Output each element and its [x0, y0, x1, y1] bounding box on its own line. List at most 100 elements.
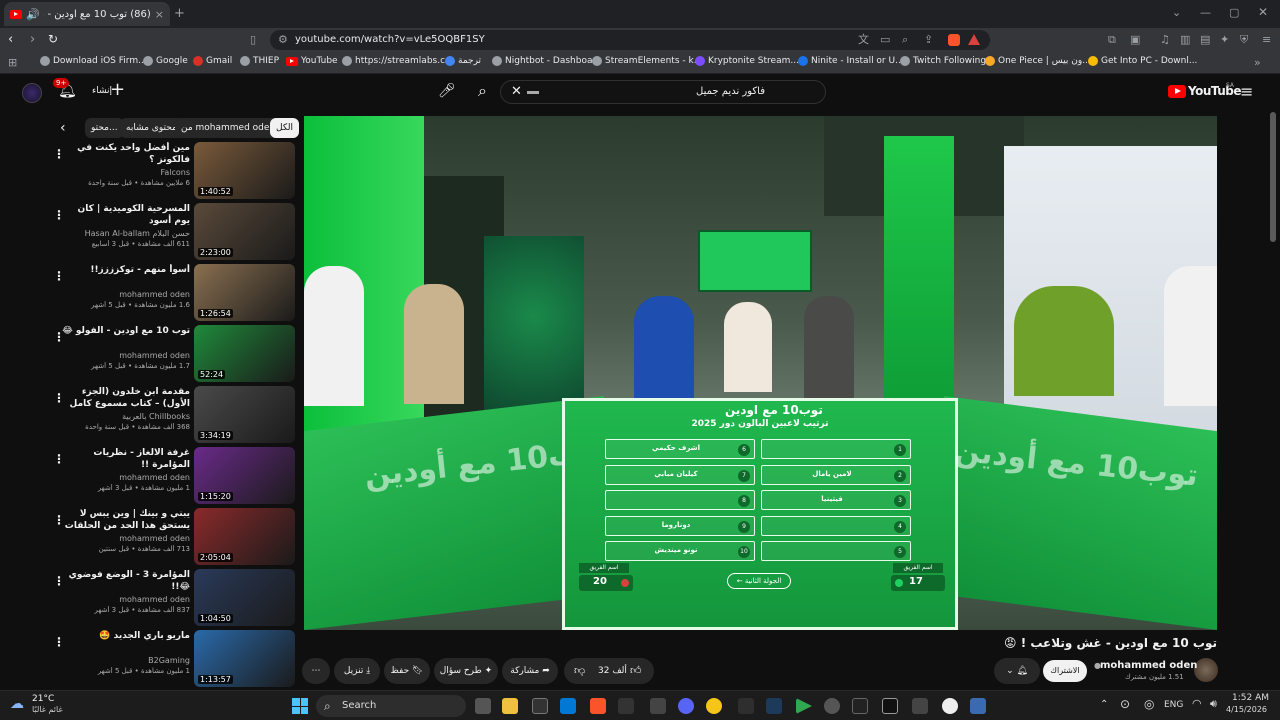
video-thumbnail[interactable]: 1:04:50 — [194, 569, 295, 626]
speaker-icon[interactable]: 🔊 — [26, 8, 40, 21]
bookmark-item[interactable]: Kryptonite Stream... — [695, 56, 799, 66]
keyboard-icon[interactable] — [527, 91, 539, 94]
brave-shields-icon[interactable] — [948, 34, 960, 46]
create-plus-icon[interactable]: + — [110, 79, 125, 100]
cast-icon[interactable]: ▭ — [880, 30, 890, 50]
chip-from-channel[interactable]: من mohammed oden — [175, 118, 282, 138]
bookmark-item[interactable]: THIEP — [240, 56, 279, 66]
video-menu-icon[interactable]: ⋮ — [53, 208, 65, 222]
app-icon[interactable] — [532, 698, 548, 714]
volume-icon[interactable]: 🔊︎ — [1210, 697, 1217, 711]
video-player[interactable]: توب10 مع أودين توب10 مع أودين توب10 مع ا… — [304, 116, 1217, 630]
bookmark-item[interactable]: Nightbot - Dashboa... — [492, 56, 601, 66]
video-channel[interactable]: Falcons — [60, 168, 190, 177]
extensions-icon[interactable]: ⧉ — [1108, 33, 1116, 47]
browser-tab-active[interactable]: 🔊 (86) توب 10 مع اودين - غش وتلا… × — [4, 2, 170, 26]
apps-icon[interactable]: ⊞ — [8, 56, 17, 69]
bookmark-item[interactable]: YouTube — [286, 56, 338, 66]
clock-date[interactable]: 4/15/2026 — [1226, 705, 1267, 714]
video-thumbnail[interactable]: 1:15:20 — [194, 447, 295, 504]
app-icon[interactable] — [618, 698, 634, 714]
close-window-icon[interactable]: ✕ — [1258, 5, 1268, 19]
screenshot-icon[interactable]: ▣ — [1130, 33, 1140, 46]
taskbar-search-input[interactable]: ⌕ Search — [316, 695, 466, 717]
bookmark-item[interactable]: Download iOS Firm... — [40, 56, 147, 66]
video-menu-icon[interactable]: ⋮ — [53, 147, 65, 161]
video-menu-icon[interactable]: ⋮ — [53, 574, 65, 588]
video-channel[interactable]: حسن البلام Hasan Al-ballam — [60, 229, 190, 238]
list-item[interactable]: 1:26:54 أسوأ منهم - توكزززز!! mohammed ode… — [50, 264, 298, 324]
channel-name[interactable]: mohammed oden — [1100, 660, 1197, 671]
share-icon[interactable]: ⇪ — [924, 30, 933, 50]
bookmark-item[interactable]: ترجمة — [445, 56, 481, 66]
app-icon[interactable] — [912, 698, 928, 714]
minimize-icon[interactable]: — — [1200, 6, 1211, 19]
menu-icon[interactable]: ≡ — [1262, 33, 1271, 46]
dislike-icon[interactable]: 👎︎ — [574, 658, 585, 684]
video-thumbnail[interactable]: 1:13:57 — [194, 630, 295, 687]
zoom-icon[interactable]: ⌕ — [902, 30, 908, 50]
list-item[interactable]: 2:05:04 يبني و بينك | وين يبس لا يستحق هذ… — [50, 508, 298, 568]
new-tab-icon[interactable]: + — [174, 6, 185, 21]
url-field[interactable]: ⚙ youtube.com/watch?v=vLe5OQBF1SY 文 ▭ ⌕ … — [270, 30, 990, 50]
download-button[interactable]: تنزيل ⤓ — [334, 658, 380, 684]
avatar[interactable] — [22, 83, 42, 103]
brave-icon[interactable] — [590, 698, 606, 714]
clear-search-icon[interactable]: ✕ — [511, 81, 522, 103]
chips-scroll-left-icon[interactable]: ‹ — [60, 120, 66, 136]
video-menu-icon[interactable]: ⋮ — [53, 330, 65, 344]
video-thumbnail[interactable]: 3:34:19 — [194, 386, 295, 443]
video-channel[interactable]: mohammed oden — [60, 473, 190, 482]
video-thumbnail[interactable]: 1:26:54 — [194, 264, 295, 321]
language-indicator[interactable]: ENG — [1164, 700, 1183, 710]
tray-app-icon[interactable]: ⊙ — [1120, 697, 1130, 711]
bookmark-item[interactable]: One Piece | ون بيس... — [985, 56, 1091, 66]
bookmark-item[interactable]: StreamElements - k... — [592, 56, 702, 66]
list-item[interactable]: 52:24 توب 10 مع اودين - الفولو 😂 mohammed … — [50, 325, 298, 385]
app-icon[interactable] — [650, 698, 666, 714]
list-item[interactable]: 3:34:19 مقدمة ابن خلدون (الجزء الأول) – ك… — [50, 386, 298, 446]
bookmark-item[interactable]: Twitch Following — [900, 56, 986, 66]
tray-overflow-icon[interactable]: ⌃ — [1100, 699, 1108, 710]
list-item[interactable]: 1:40:52 مين أفضل واحد يكنت في فالكونز ؟ Fa… — [50, 142, 298, 202]
app-icon[interactable] — [766, 698, 782, 714]
list-item[interactable]: 1:04:50 المؤامرة 3 - الوضع فوضوي 😂!! moham… — [50, 569, 298, 629]
weather-icon[interactable]: ☁ — [10, 696, 24, 712]
like-icon[interactable]: 👍︎ — [630, 658, 642, 684]
channel-avatar[interactable] — [1194, 658, 1218, 682]
video-menu-icon[interactable]: ⋮ — [53, 513, 65, 527]
chip-similar[interactable]: محتوى مشابه — [120, 118, 183, 138]
more-bookmarks-icon[interactable]: » — [1254, 56, 1261, 69]
translate-icon[interactable]: 文 — [858, 30, 869, 50]
vpn-icon[interactable]: ⛨ — [1240, 33, 1248, 47]
task-view-icon[interactable] — [475, 698, 491, 714]
app-icon[interactable] — [738, 698, 754, 714]
bookmark-item[interactable]: Ninite - Install or U... — [798, 56, 904, 66]
leo-icon[interactable]: ✦ — [1220, 33, 1229, 46]
brave-rewards-icon[interactable] — [968, 34, 980, 45]
media-player-icon[interactable] — [796, 698, 812, 714]
video-thumbnail[interactable]: 1:40:52 — [194, 142, 295, 199]
video-channel[interactable]: mohammed oden — [60, 595, 190, 604]
tray-app-icon[interactable]: ◎ — [1144, 697, 1154, 711]
sidebar-toggle-icon[interactable]: ▥ — [1180, 33, 1190, 46]
ask-button[interactable]: طرح سؤال ✦ — [434, 658, 498, 684]
subscribe-button[interactable]: الاشتراك — [1043, 660, 1087, 682]
reload-icon[interactable]: ↻ — [48, 32, 58, 46]
windows-start-icon[interactable] — [292, 698, 308, 714]
video-channel[interactable]: Chillbooks بالعربية — [60, 412, 190, 421]
video-title[interactable]: يبني و بينك | وين يبس لا يستحق هذا الحد … — [60, 508, 190, 532]
wifi-icon[interactable]: ◠ — [1192, 697, 1202, 710]
video-thumbnail[interactable]: 2:23:00 — [194, 203, 295, 260]
video-title[interactable]: غرفة الالغاز - نظريات المؤامرة !! — [60, 447, 190, 471]
video-title[interactable]: مين أفضل واحد يكنت في فالكونز ؟ — [60, 142, 190, 166]
site-info-icon[interactable]: ⚙ — [278, 30, 288, 50]
video-title[interactable]: مقدمة ابن خلدون (الجزء الأول) – كتاب مسم… — [60, 386, 190, 410]
video-title[interactable]: ماريو باري الجديد 🤩 — [60, 630, 190, 642]
search-icon[interactable]: ⌕ — [478, 81, 487, 101]
mic-icon[interactable]: 🎤︎ — [438, 83, 456, 99]
like-count[interactable]: 32 ألف — [598, 658, 627, 684]
maximize-icon[interactable]: ▢ — [1229, 6, 1239, 19]
steam-icon[interactable] — [824, 698, 840, 714]
share-button[interactable]: مشاركة ➦ — [502, 658, 558, 684]
